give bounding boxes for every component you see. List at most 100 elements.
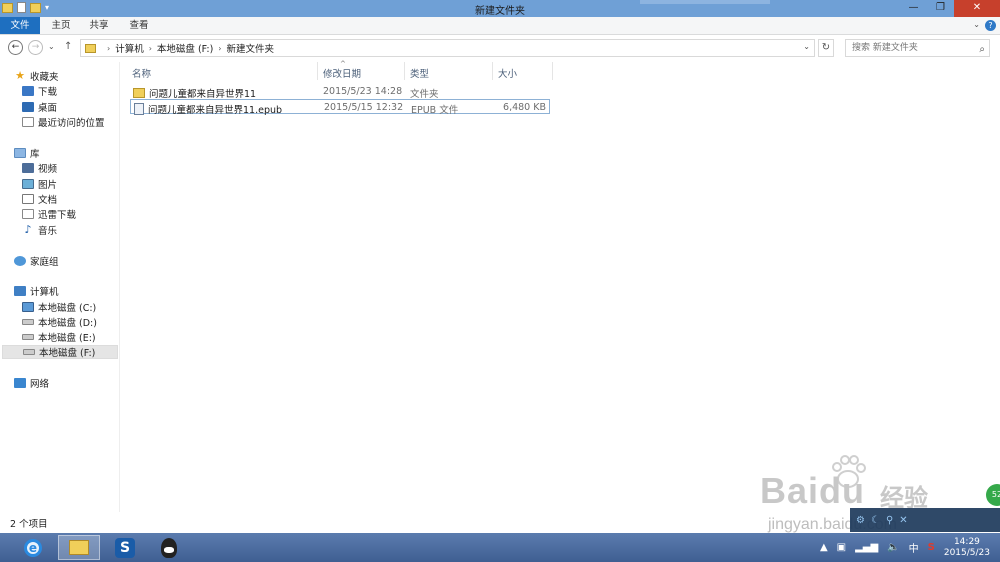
volume-icon[interactable]: 🔈 [887, 542, 899, 553]
search-input[interactable]: 搜索 新建文件夹 ⌕ [845, 39, 990, 57]
column-divider[interactable] [552, 62, 553, 80]
column-headers: ^ 名称 修改日期 类型 大小 [120, 60, 1000, 80]
up-button[interactable]: ↑ [64, 41, 72, 52]
search-placeholder: 搜索 新建文件夹 [852, 43, 918, 53]
clock[interactable]: 14:29 2015/5/23 [944, 537, 990, 559]
folder-icon [133, 88, 145, 98]
toolbar-moon-icon[interactable]: ☾ [871, 515, 880, 526]
homegroup-icon [14, 256, 26, 266]
column-header-date[interactable]: 修改日期 [323, 66, 361, 80]
sidebar-item-desktop[interactable]: 桌面 [0, 100, 57, 114]
sidebar-item-thunder-downloads[interactable]: 迅雷下载 [0, 207, 76, 221]
breadcrumb-computer[interactable]: 计算机 [115, 41, 144, 55]
tray-app-icon[interactable]: ▣ [837, 542, 846, 553]
ime-indicator[interactable]: 中 [909, 540, 919, 555]
sidebar-item-favorites[interactable]: ★ 收藏夹 [0, 69, 58, 83]
refresh-button[interactable]: ↻ [818, 39, 834, 57]
recent-locations-button[interactable]: ⌄ [48, 42, 55, 51]
drive-icon [23, 349, 35, 355]
show-hidden-icons[interactable]: ▲ [820, 542, 828, 553]
sidebar-item-music[interactable]: ♪ 音乐 [0, 223, 57, 237]
toolbar-pin-icon[interactable]: ⚲ [886, 515, 893, 526]
taskbar-file-explorer[interactable] [58, 535, 100, 560]
file-date: 2015/5/23 14:28 [323, 86, 403, 97]
file-row-selected[interactable]: 问题儿童都来自异世界11.epub 2015/5/15 12:32 EPUB 文… [130, 99, 550, 116]
column-divider[interactable] [492, 62, 493, 80]
file-name: 问题儿童都来自异世界11.epub [148, 105, 283, 116]
back-button[interactable]: ← [8, 40, 23, 55]
breadcrumb-new-folder[interactable]: 新建文件夹 [227, 41, 275, 55]
column-divider[interactable] [317, 62, 318, 80]
column-header-size[interactable]: 大小 [498, 66, 517, 80]
address-bar[interactable]: › 计算机 › 本地磁盘 (F:) › 新建文件夹 ⌄ [80, 39, 815, 57]
sidebar-item-videos[interactable]: 视频 [0, 161, 57, 175]
sogou-ime-icon[interactable]: S [928, 542, 935, 553]
tab-file[interactable]: 文件 [0, 17, 40, 34]
computer-icon [14, 286, 26, 296]
network-signal-icon[interactable]: ▂▄▆ [855, 542, 878, 553]
green-float-icon[interactable]: 52 [986, 484, 1000, 506]
title-bar: ▾ 新建文件夹 — ❐ ✕ [0, 0, 1000, 17]
breadcrumb-separator: › [218, 43, 222, 53]
file-size: 6,480 KB [503, 102, 546, 113]
sidebar-item-computer[interactable]: 计算机 [0, 284, 59, 298]
taskbar: e S ▲ ▣ ▂▄▆ 🔈 中 S 14:29 2015/5/23 [0, 533, 1000, 562]
drive-icon [22, 319, 34, 325]
sidebar-item-drive-d[interactable]: 本地磁盘 (D:) [0, 315, 97, 329]
sidebar-item-documents[interactable]: 文档 [0, 192, 57, 206]
sidebar-item-recent-places[interactable]: 最近访问的位置 [0, 115, 105, 129]
star-icon: ★ [15, 69, 25, 82]
minimize-button[interactable]: — [900, 0, 927, 17]
pictures-icon [22, 179, 34, 189]
file-row[interactable]: 问题儿童都来自异世界11 2015/5/23 14:28 文件夹 [130, 84, 550, 100]
breadcrumb-separator: › [107, 43, 111, 53]
sidebar-item-drive-f[interactable]: 本地磁盘 (F:) [2, 345, 118, 359]
floating-toolbar[interactable]: ⚙ ☾ ⚲ ✕ [850, 508, 1000, 532]
library-icon [14, 148, 26, 158]
taskbar-qq[interactable] [148, 535, 190, 560]
file-date: 2015/5/15 12:32 [324, 102, 404, 113]
videos-icon [22, 163, 34, 173]
toolbar-close-icon[interactable]: ✕ [899, 515, 907, 526]
column-header-type[interactable]: 类型 [410, 66, 429, 80]
sidebar-item-drive-e[interactable]: 本地磁盘 (E:) [0, 330, 96, 344]
tab-share[interactable]: 共享 [84, 17, 114, 34]
chevron-down-icon[interactable]: ⌄ [803, 42, 810, 51]
desktop-icon [22, 102, 34, 112]
recent-places-icon [22, 117, 34, 127]
network-icon [14, 378, 26, 388]
toolbar-tool-icon[interactable]: ⚙ [856, 515, 865, 526]
sidebar-item-drive-c[interactable]: 本地磁盘 (C:) [0, 300, 96, 314]
documents-icon [22, 194, 34, 204]
folder-icon [85, 43, 96, 53]
tab-home[interactable]: 主页 [46, 17, 76, 34]
expand-ribbon-icon[interactable]: ⌄ [973, 20, 980, 29]
sidebar-item-homegroup[interactable]: 家庭组 [0, 254, 59, 268]
maximize-button[interactable]: ❐ [927, 0, 954, 17]
sidebar-item-downloads[interactable]: 下载 [0, 84, 57, 98]
file-explorer-icon [69, 540, 89, 555]
qq-icon [161, 537, 177, 558]
watermark-logo: Baidu [760, 470, 866, 511]
sidebar-item-pictures[interactable]: 图片 [0, 177, 57, 191]
downloads-icon [22, 86, 34, 96]
ribbon: 文件 主页 共享 查看 ⌄ ? [0, 17, 1000, 35]
forward-button[interactable]: → [28, 40, 43, 55]
thunder-download-icon [22, 209, 34, 219]
sogou-icon: S [115, 537, 135, 558]
tab-view[interactable]: 查看 [124, 17, 154, 34]
close-button[interactable]: ✕ [954, 0, 1000, 17]
taskbar-sogou[interactable]: S [104, 535, 146, 560]
breadcrumb-drive-f[interactable]: 本地磁盘 (F:) [157, 41, 213, 55]
sidebar-item-network[interactable]: 网络 [0, 376, 49, 390]
sidebar-item-libraries[interactable]: 库 [0, 146, 40, 160]
navigation-pane: ★ 收藏夹 下载 桌面 最近访问的位置 库 视频 图片 文档 迅雷下载 ♪ 音乐 家… [0, 62, 120, 512]
file-type: EPUB 文件 [411, 105, 459, 116]
column-header-name[interactable]: 名称 [132, 66, 151, 80]
search-icon[interactable]: ⌕ [979, 42, 985, 58]
drive-icon [22, 334, 34, 340]
taskbar-internet-explorer[interactable]: e [12, 535, 54, 560]
clock-date: 2015/5/23 [943, 547, 990, 558]
column-divider[interactable] [404, 62, 405, 80]
help-icon[interactable]: ? [985, 20, 996, 31]
